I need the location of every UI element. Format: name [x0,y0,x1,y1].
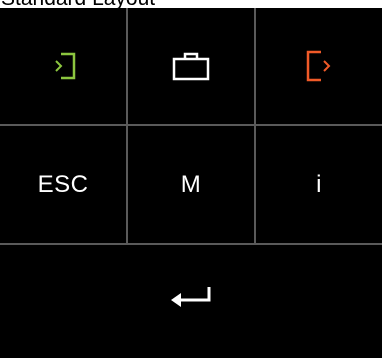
keypad-row-3 [0,245,382,350]
info-key-label: i [316,170,322,198]
standard-layout-page: Standard Layout ESC M [0,0,382,358]
logout-key[interactable] [254,8,382,124]
enter-key[interactable] [0,245,382,350]
keypad-row-2: ESC M i [0,126,382,243]
logout-icon [306,50,331,82]
enter-arrow-icon [171,286,211,307]
briefcase-key[interactable] [126,8,254,124]
m-key-label: M [180,170,202,198]
login-icon [55,52,76,80]
esc-key[interactable]: ESC [0,126,126,243]
m-key[interactable]: M [126,126,254,243]
login-key[interactable] [0,8,126,124]
briefcase-icon [172,52,210,81]
keypad-row-1 [0,8,382,124]
esc-key-label: ESC [37,170,89,198]
info-key[interactable]: i [254,126,382,243]
